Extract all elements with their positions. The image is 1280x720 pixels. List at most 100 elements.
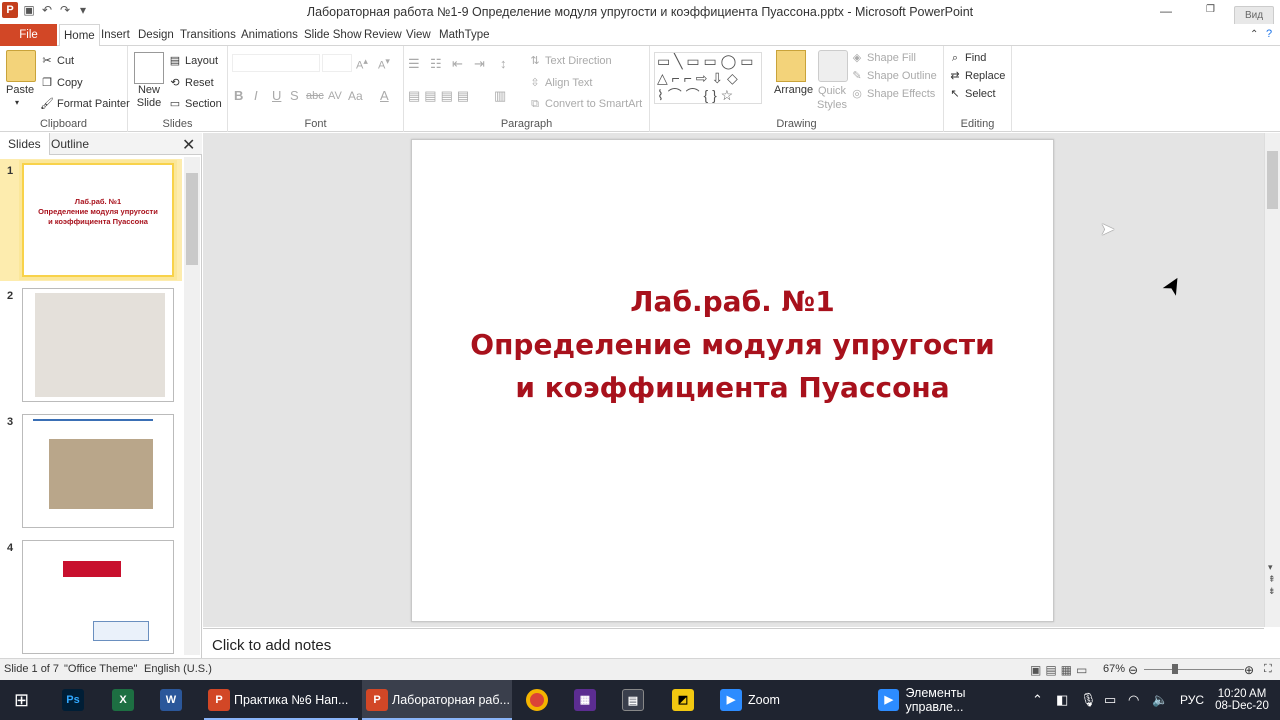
tab-outline[interactable]: Outline [51, 137, 89, 151]
bold-button[interactable]: B [234, 88, 243, 103]
shrink-font-icon[interactable]: A▾ [378, 56, 390, 72]
thumbs-scrollbar[interactable] [184, 157, 200, 655]
new-slide-icon[interactable] [134, 52, 164, 84]
font-size-input[interactable] [322, 54, 352, 72]
photoshop-taskbar-icon[interactable]: Ps [62, 680, 84, 720]
tab-insert[interactable]: Insert [97, 24, 134, 46]
change-case-button[interactable]: Aa [348, 89, 363, 103]
slide-thumbnail-4[interactable] [22, 540, 174, 654]
shape-outline-button[interactable]: ✎ Shape Outline [850, 69, 936, 83]
slide-thumbnail-1[interactable]: Лаб.раб. №1 Определение модуля упругости и… [22, 163, 174, 277]
increase-indent-icon[interactable]: ⇥ [474, 56, 485, 72]
word-taskbar-icon[interactable]: W [160, 680, 182, 720]
taskbar-item-controls[interactable]: ▶ Элементы управле... [874, 680, 1024, 720]
shape-effects-button[interactable]: ◎ Shape Effects [850, 87, 935, 101]
numbering-icon[interactable]: ☷ [430, 56, 442, 72]
decrease-indent-icon[interactable]: ⇤ [452, 56, 463, 72]
zoom-slider-handle[interactable] [1172, 664, 1178, 674]
slide-thumbnail-2[interactable] [22, 288, 174, 402]
wifi-icon[interactable]: ◠ [1128, 680, 1139, 720]
tab-view[interactable]: View [402, 24, 435, 46]
bullets-icon[interactable]: ☰ [408, 56, 420, 72]
tray-app-icon[interactable]: ◧ [1056, 680, 1068, 720]
zoom-out-icon[interactable]: ⊖ [1128, 663, 1138, 677]
taskbar-item-powerpoint-lab[interactable]: P Лабораторная раб... [362, 680, 512, 720]
calculator-taskbar-icon[interactable]: ▤ [622, 680, 644, 720]
zoom-slider-track[interactable] [1144, 669, 1244, 670]
scroll-arrows-icon[interactable]: ▾ ⇞ ⇟ [1268, 561, 1276, 597]
tab-review[interactable]: Review [360, 24, 406, 46]
paste-dropdown-icon[interactable]: ▾ [15, 98, 19, 107]
windows-start-icon[interactable]: ⊞ [14, 680, 29, 720]
align-icons[interactable]: ▤▤▤▤ [408, 88, 473, 104]
text-direction-button[interactable]: ⇅ Text Direction [528, 54, 611, 68]
close-pane-icon[interactable]: ✕ [182, 135, 195, 155]
tab-slides[interactable]: Slides [0, 133, 50, 155]
shapes-gallery[interactable]: ▭ ╲ ▭ ▭ ◯ ▭ △ ⌐ ⌐ ⇨ ⇩ ◇ ⌇ ⌒ ⌒ { } ☆ [654, 52, 762, 104]
arrange-icon[interactable] [776, 50, 806, 82]
grow-font-icon[interactable]: A▴ [356, 56, 368, 72]
restore-icon[interactable]: ❐ [1206, 4, 1215, 15]
notes-placeholder[interactable]: Click to add notes [212, 637, 331, 654]
arrange-button[interactable]: Arrange [774, 84, 813, 96]
ribbon-collapse-icon[interactable]: ⌃ [1250, 29, 1258, 40]
line-spacing-icon[interactable]: ↕ [500, 56, 507, 71]
excel-taskbar-icon[interactable]: X [112, 680, 134, 720]
section-button[interactable]: ▭ Section [168, 97, 222, 111]
tab-home[interactable]: Home [59, 24, 100, 47]
zoom-in-icon[interactable]: ⊕ [1244, 663, 1254, 677]
slide-thumbnail-3[interactable] [22, 414, 174, 528]
tab-file[interactable]: File [0, 24, 57, 46]
editor-scroll-thumb[interactable] [1267, 151, 1278, 209]
paste-button[interactable]: Paste [6, 84, 34, 96]
thumbs-scroll-thumb[interactable] [186, 173, 198, 265]
new-slide-button[interactable]: New Slide [136, 84, 162, 110]
shadow-button[interactable]: S [290, 88, 299, 103]
help-icon[interactable]: ? [1266, 28, 1272, 40]
taskbar-item-powerpoint-practice[interactable]: P Практика №6 Нап... [204, 680, 358, 720]
view-overlay-button[interactable]: Вид [1234, 6, 1274, 26]
select-button[interactable]: ↖ Select [948, 87, 995, 101]
align-text-button[interactable]: ⇳ Align Text [528, 76, 592, 90]
strikethrough-button[interactable]: abc [306, 90, 324, 102]
app-taskbar-icon[interactable]: ◩ [672, 680, 694, 720]
font-family-input[interactable] [232, 54, 320, 72]
quick-styles-icon[interactable] [818, 50, 848, 82]
notes-pane[interactable]: Click to add notes [203, 628, 1264, 658]
microphone-icon[interactable]: 🎙 [1080, 680, 1097, 720]
paste-icon[interactable] [6, 50, 36, 82]
shape-fill-button[interactable]: ◈ Shape Fill [850, 51, 916, 65]
fit-to-window-icon[interactable]: ⛶ [1264, 663, 1272, 676]
editor-scrollbar[interactable]: ▾ ⇞ ⇟ [1264, 133, 1280, 627]
columns-icon[interactable]: ▥ [494, 88, 506, 104]
zoom-level[interactable]: 67% [1103, 663, 1125, 675]
tab-slide-show[interactable]: Slide Show [300, 24, 366, 46]
cut-button[interactable]: ✂ Cut [40, 54, 74, 68]
reset-button[interactable]: ⟲ Reset [168, 76, 213, 90]
theme-name[interactable]: "Office Theme" [64, 663, 137, 675]
clock[interactable]: 10:20 AM 08-Dec-20 [1214, 680, 1270, 720]
copy-button[interactable]: ❐ Copy [40, 76, 83, 90]
battery-icon[interactable]: ▭ [1104, 680, 1116, 720]
italic-button[interactable]: I [254, 88, 258, 103]
minimize-icon[interactable]: — [1160, 4, 1172, 18]
char-spacing-button[interactable]: AV [328, 90, 342, 102]
layout-button[interactable]: ▤ Layout [168, 54, 218, 68]
tray-overflow-icon[interactable]: ⌃ [1032, 680, 1043, 720]
media-taskbar-icon[interactable]: ▦ [574, 680, 596, 720]
taskbar-item-zoom[interactable]: ▶ Zoom [716, 680, 866, 720]
slide-title[interactable]: Лаб.раб. №1 Определение модуля упругости… [412, 280, 1053, 409]
tab-animations[interactable]: Animations [237, 24, 302, 46]
chrome-taskbar-icon[interactable] [526, 680, 548, 720]
replace-button[interactable]: ⇄ Replace [948, 69, 1005, 83]
underline-button[interactable]: U [272, 88, 281, 103]
format-painter-button[interactable]: 🖌 Format Painter [40, 97, 130, 111]
volume-icon[interactable]: 🔈 [1152, 680, 1168, 720]
slide-canvas[interactable]: Лаб.раб. №1 Определение модуля упругости… [411, 139, 1054, 622]
tab-transitions[interactable]: Transitions [176, 24, 240, 46]
find-button[interactable]: ⌕ Find [948, 51, 987, 65]
tab-mathtype[interactable]: MathType [435, 24, 494, 46]
convert-smartart-button[interactable]: ⧉ Convert to SmartArt [528, 97, 642, 111]
tab-design[interactable]: Design [134, 24, 178, 46]
language-indicator[interactable]: English (U.S.) [144, 663, 212, 675]
